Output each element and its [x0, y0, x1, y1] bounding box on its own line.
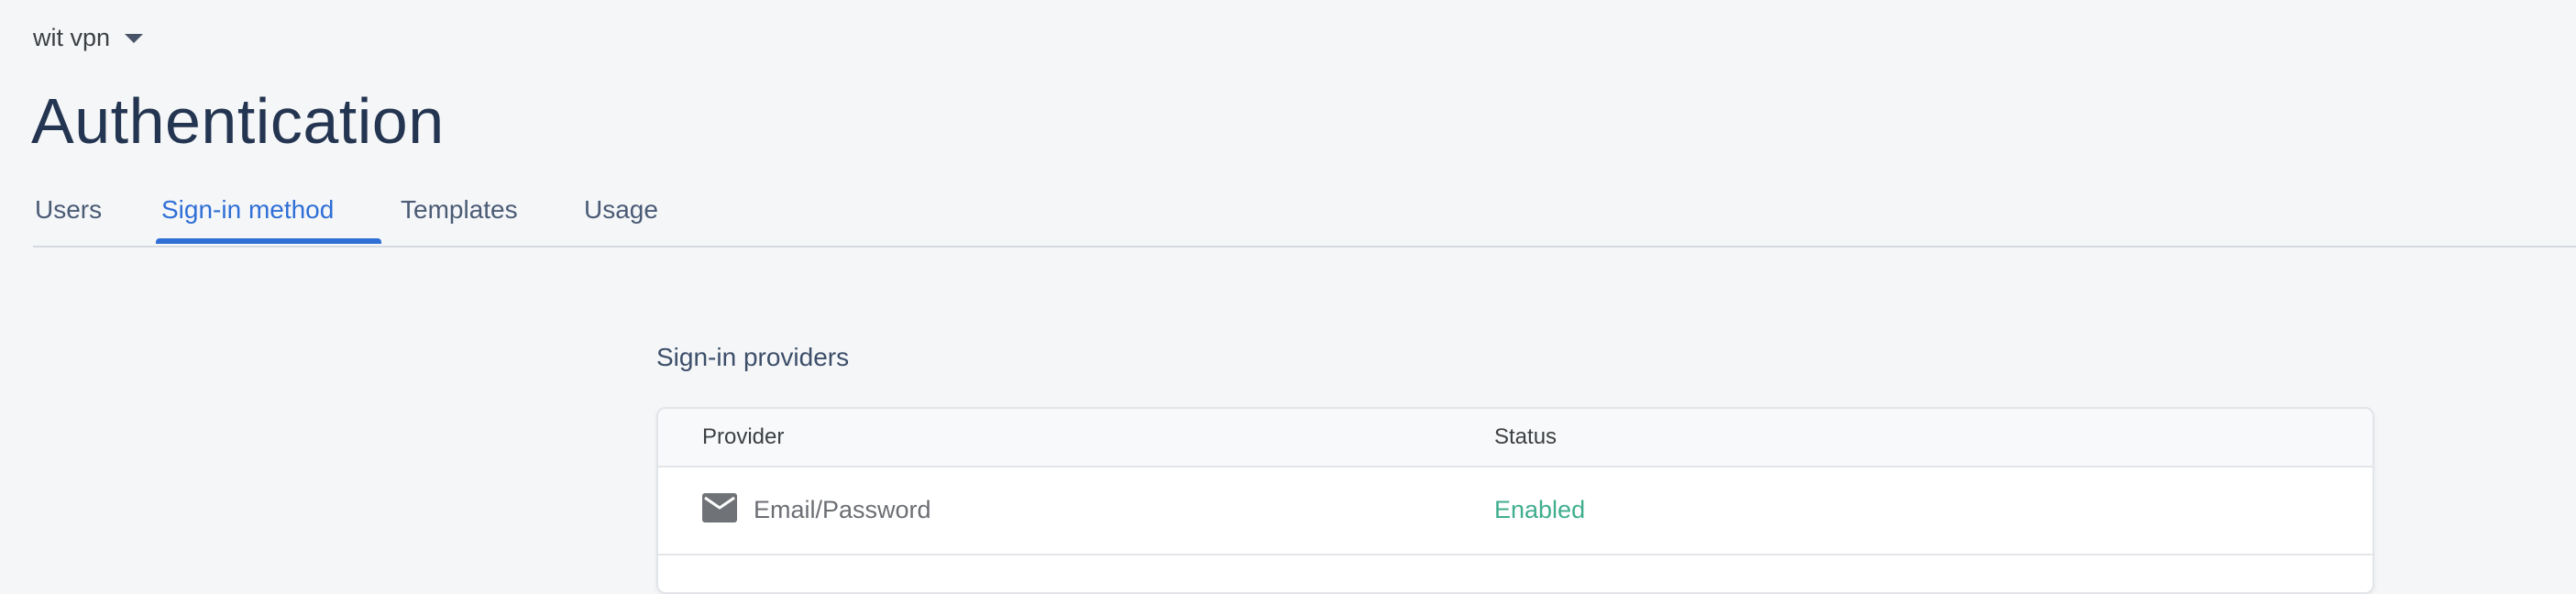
status-badge: Enabled	[1494, 496, 1586, 523]
column-header-provider: Provider	[702, 424, 785, 449]
project-switcher[interactable]: wit vpn	[33, 20, 144, 55]
tab-bar: Users Sign-in method Templates Usage	[33, 180, 2576, 248]
tab-templates[interactable]: Templates	[401, 180, 518, 244]
providers-table: Provider Status Email/Password Enabled	[656, 407, 2374, 594]
project-name: wit vpn	[33, 24, 111, 51]
provider-name: Email/Password	[754, 496, 931, 523]
tab-usage[interactable]: Usage	[584, 180, 658, 244]
column-header-status: Status	[1494, 424, 1558, 449]
table-header: Provider Status	[658, 409, 2372, 468]
section-title: Sign-in providers	[656, 343, 850, 371]
tab-users[interactable]: Users	[35, 180, 102, 244]
page-title: Authentication	[31, 85, 445, 157]
table-row[interactable]: Email/Password Enabled	[658, 468, 2372, 556]
tab-sign-in-method[interactable]: Sign-in method	[161, 180, 334, 244]
caret-down-icon	[125, 34, 144, 43]
active-tab-indicator	[156, 238, 381, 244]
mail-icon	[702, 493, 737, 522]
